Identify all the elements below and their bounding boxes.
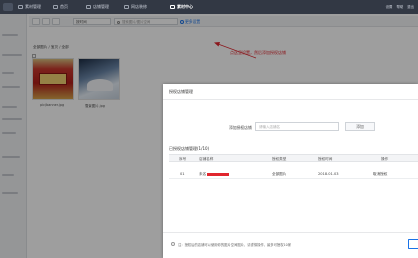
row-shop-name: 未名 [199, 172, 230, 177]
folder-icon [170, 5, 175, 9]
column-header: 授权时间 [318, 157, 333, 161]
nav-label: 首页 [60, 4, 68, 9]
image-thumbnail[interactable] [78, 58, 120, 100]
shop-name-text: 未名 [199, 172, 207, 176]
info-icon [171, 242, 175, 246]
column-header: 操作 [381, 157, 389, 161]
help-link[interactable]: 帮助 [396, 4, 403, 9]
top-nav-bar: 素材管理 首页 店铺管理 网店装修 素材中心 设置 帮助 退出 [0, 0, 418, 14]
authorized-list-title: 已授权店铺管理(1/10) [169, 146, 210, 151]
column-header: 授权类型 [272, 157, 287, 161]
search-input[interactable]: 搜索图片/图片空间 [114, 18, 178, 25]
more-settings-label: 更多设置 [185, 19, 201, 24]
nav-item-material-center[interactable]: 素材中心 [170, 4, 193, 10]
sidebar-item[interactable] [2, 132, 16, 134]
sidebar-item[interactable] [2, 54, 22, 56]
table-row: 01 未名 全部图片 2018.01.03 取消授权 [169, 169, 418, 179]
nav-item-material[interactable]: 素材管理 [18, 4, 41, 10]
thumbnail-caption: pic/banner.jpg [40, 103, 65, 107]
shop-name-input[interactable]: 请输入店铺名 [255, 122, 339, 131]
app-logo [3, 3, 13, 11]
nav-label: 素材中心 [177, 4, 193, 9]
logout-link[interactable]: 退出 [407, 4, 414, 9]
image-thumbnail[interactable] [32, 58, 74, 100]
toolbar-button[interactable] [52, 18, 60, 25]
redaction-bar [207, 172, 230, 176]
sort-select[interactable]: 按时间 [73, 18, 111, 25]
home-icon [53, 5, 58, 9]
row-auth-type: 全部图片 [272, 172, 287, 176]
table-header: 序号 店铺名称 授权类型 授权时间 操作 [169, 154, 418, 162]
nav-item-shop[interactable]: 店铺管理 [86, 4, 109, 10]
shop-icon [86, 5, 91, 9]
add-shop-label: 添加授权店铺 [229, 125, 252, 130]
column-header: 序号 [179, 157, 187, 161]
confirm-button[interactable] [408, 239, 418, 249]
thumbnail-caption: 雪景图片.jpg [85, 104, 105, 108]
topbar-right-links: 设置 帮助 退出 [386, 4, 414, 9]
picture-icon [18, 5, 23, 9]
nav-label: 店铺管理 [93, 4, 109, 9]
sidebar-item[interactable] [2, 156, 20, 158]
authorized-shops-dialog: 授权店铺管理 添加授权店铺 请输入店铺名 添加 已授权店铺管理(1/10) 序号… [163, 84, 418, 258]
footer-tip: 注：授权后的店铺可以使用你的图片空间图片，请谨慎操作，最多可授权10家 [178, 243, 291, 247]
gear-icon [180, 19, 184, 24]
sidebar-item[interactable] [2, 86, 20, 88]
more-settings-link[interactable]: 更多设置 [180, 18, 200, 25]
nav-label: 网店装修 [131, 4, 147, 9]
thumbnail-graphic [87, 79, 113, 91]
dialog-footer: 注：授权后的店铺可以使用你的图片空间图片，请谨慎操作，最多可授权10家 [163, 232, 418, 258]
column-header: 店铺名称 [199, 157, 214, 161]
settings-link[interactable]: 设置 [386, 4, 393, 9]
sidebar-item[interactable] [2, 34, 18, 36]
annotation-text: 点这里设置，然后添加授权店铺 [230, 50, 286, 55]
nav-item-home[interactable]: 首页 [53, 4, 68, 10]
search-placeholder: 搜索图片/图片空间 [122, 20, 151, 24]
row-auth-date: 2018.01.03 [318, 172, 339, 176]
sidebar-item[interactable] [2, 192, 18, 194]
dialog-header: 授权店铺管理 [163, 84, 418, 100]
dialog-title: 授权店铺管理 [169, 89, 193, 94]
add-shop-button[interactable]: 添加 [345, 122, 375, 131]
sidebar-item[interactable] [2, 106, 17, 108]
search-icon [117, 20, 120, 24]
sidebar-item[interactable] [2, 72, 14, 74]
breadcrumb: 全部图片 / 宝贝 / 全部 [33, 45, 69, 49]
sidebar-item[interactable] [2, 118, 22, 120]
revoke-authorization-link[interactable]: 取消授权 [373, 172, 387, 177]
thumbnail-graphic [39, 73, 67, 85]
nav-item-decorate[interactable]: 网店装修 [124, 4, 147, 10]
toolbar-button[interactable] [42, 18, 50, 25]
toolbar-button[interactable] [32, 18, 40, 25]
sidebar-item[interactable] [2, 174, 14, 176]
left-sidebar [0, 14, 27, 258]
decorate-icon [124, 5, 129, 9]
nav-label: 素材管理 [25, 4, 41, 9]
row-index: 01 [180, 172, 185, 176]
